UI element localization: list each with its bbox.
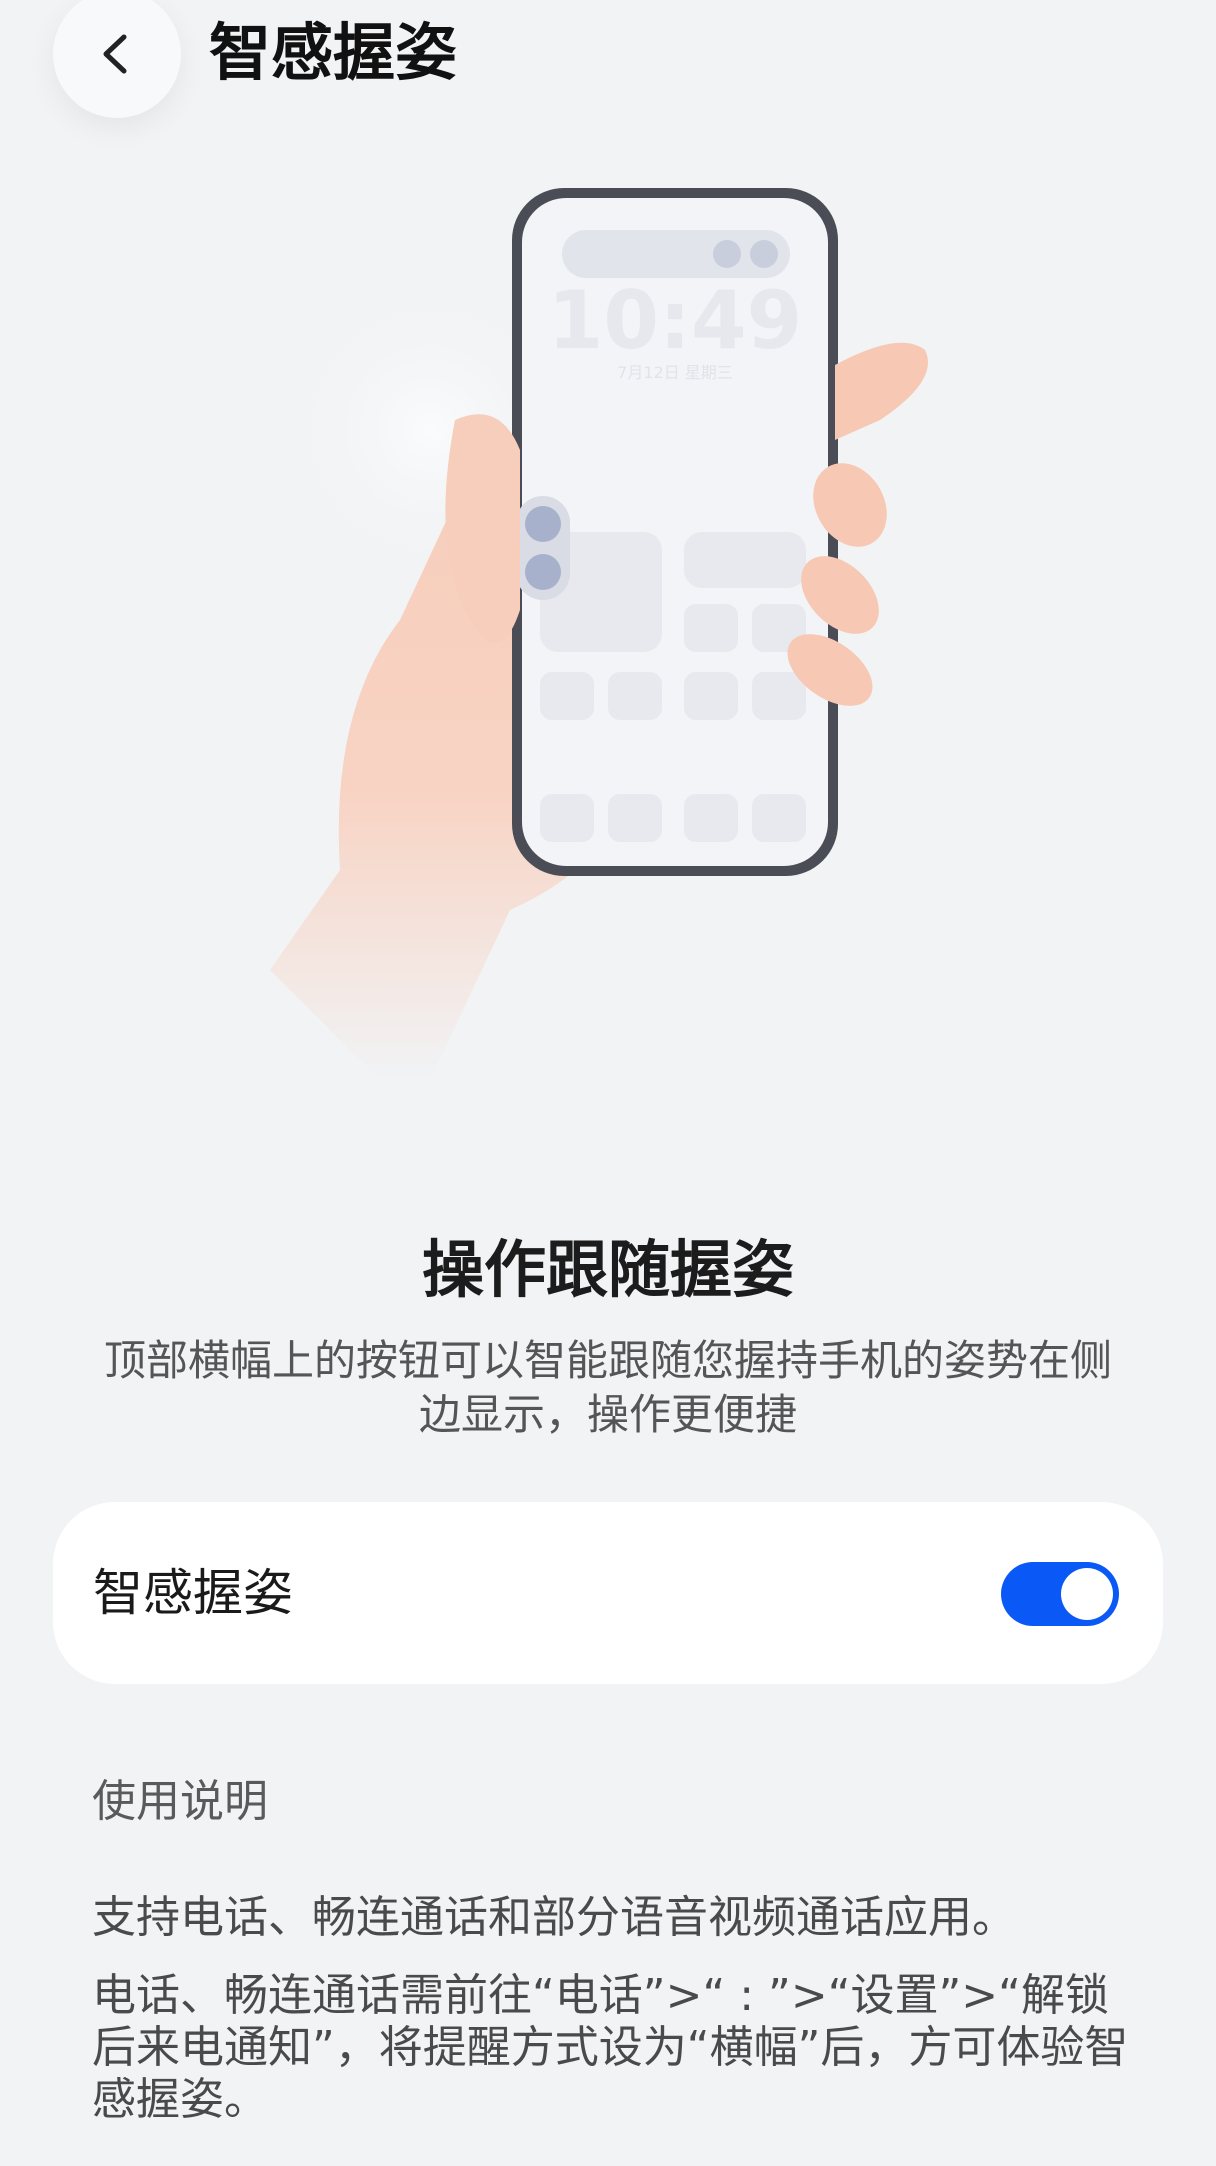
smart-grip-setting-card: 智感握姿 bbox=[53, 1502, 1163, 1684]
chevron-left-icon bbox=[103, 34, 127, 74]
clock-time: 10:49 bbox=[548, 274, 803, 367]
toggle-knob bbox=[1061, 1568, 1113, 1620]
feature-heading: 操作跟随握姿 bbox=[421, 1233, 794, 1306]
smart-grip-toggle[interactable] bbox=[1001, 1562, 1119, 1626]
smart-grip-label: 智感握姿 bbox=[93, 1564, 293, 1622]
page-title: 智感握姿 bbox=[209, 16, 458, 89]
usage-title: 使用说明 bbox=[92, 1776, 268, 1827]
feature-description: 顶部横幅上的按钮可以智能跟随您握持手机的姿势在侧边显示，操作更便捷 bbox=[103, 1336, 1112, 1439]
back-button[interactable] bbox=[53, 0, 181, 118]
usage-paragraph-1: 支持电话、畅连通话和部分语音视频通话应用。 bbox=[92, 1892, 1016, 1943]
hand-holding-phone-illustration: 10:49 7月12日 星期三 bbox=[0, 150, 1216, 1090]
clock-date: 7月12日 星期三 bbox=[617, 363, 733, 382]
header: 智感握姿 bbox=[0, 0, 1216, 140]
usage-paragraph-2: 电话、畅连通话需前往“电话”>“ : ”>“设置”>“解锁后来电通知”，将提醒方… bbox=[92, 1970, 1129, 2125]
